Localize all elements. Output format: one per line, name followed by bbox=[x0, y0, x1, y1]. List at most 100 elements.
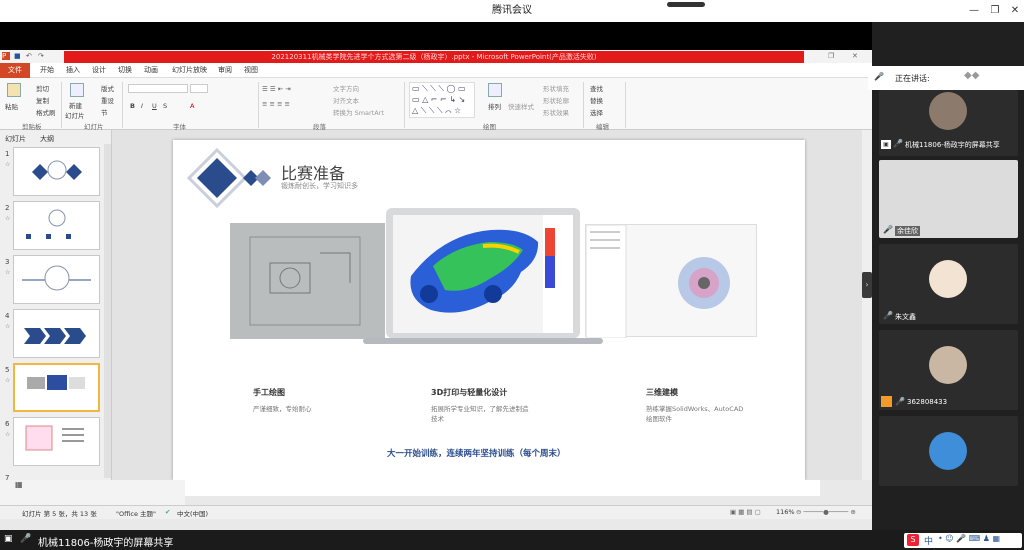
slide-number-6: 6 bbox=[5, 420, 10, 428]
participant-card-4[interactable]: 🎤 362808433 bbox=[879, 330, 1018, 410]
arrange-button[interactable]: 排列 bbox=[488, 101, 501, 111]
tab-animations[interactable]: 动画 bbox=[144, 65, 158, 75]
panel-scrollbar[interactable] bbox=[104, 144, 111, 478]
minimize-button[interactable]: — bbox=[963, 0, 985, 22]
language[interactable]: 中文(中国) bbox=[177, 508, 208, 518]
slide-thumbnail-4[interactable] bbox=[13, 309, 100, 358]
participant-card-2[interactable]: 🎤 余佳欣 bbox=[879, 160, 1018, 238]
ppt-close-icon[interactable]: ✕ bbox=[852, 52, 860, 60]
shape-outline-button[interactable]: 形状轮廓 bbox=[543, 95, 569, 105]
copy-button[interactable]: 复制 bbox=[36, 95, 49, 105]
tab-file[interactable]: 文件 bbox=[0, 63, 30, 78]
text-direction-button[interactable]: 文字方向 bbox=[333, 83, 359, 93]
notes-pane[interactable] bbox=[185, 480, 820, 496]
drag-handle[interactable] bbox=[667, 2, 705, 7]
col1-text: 严谨细致，专始耐心 bbox=[253, 405, 312, 413]
view-buttons-icon[interactable]: ▣ ▦ ▤ ▢ bbox=[730, 508, 761, 516]
paste-icon[interactable] bbox=[7, 83, 21, 97]
window-title: 腾讯会议 bbox=[492, 5, 532, 16]
font-name-select[interactable] bbox=[128, 84, 188, 93]
tab-slideshow[interactable]: 幻灯片放映 bbox=[172, 65, 207, 75]
slide-thumbnail-5[interactable] bbox=[13, 363, 100, 412]
shape-fill-button[interactable]: 形状填充 bbox=[543, 83, 569, 93]
window-titlebar: 腾讯会议 — ❐ ✕ bbox=[0, 0, 1024, 22]
paste-button[interactable]: 粘贴 bbox=[5, 101, 18, 111]
speaking-label: 正在讲话: bbox=[895, 74, 930, 83]
slide-thumbnail-2[interactable] bbox=[13, 201, 100, 250]
slide-thumbnail-6[interactable] bbox=[13, 417, 100, 466]
cad-screenshot bbox=[585, 224, 757, 339]
tab-design[interactable]: 设计 bbox=[92, 65, 106, 75]
new-slide-icon[interactable] bbox=[70, 83, 84, 97]
screen-share-icon: ▣ bbox=[4, 534, 13, 544]
shadow-icon[interactable]: S bbox=[163, 102, 167, 110]
participant-card-1[interactable]: ▣ 🎤 机械11806-杨政宇的屏幕共享 bbox=[879, 90, 1018, 156]
select-button[interactable]: 选择 bbox=[590, 107, 603, 117]
animation-star-icon: ☆ bbox=[5, 215, 11, 222]
shapes-gallery[interactable]: ▭ ⟍ ⟍ ⟍ ◯ ▭ ▭ △ ⌐ ⌐ ↳ ↘ △ ⟍ ⟍ ⟍ ⌒ ☆ bbox=[409, 82, 475, 118]
arrange-icon[interactable] bbox=[488, 83, 502, 97]
ime-mode[interactable]: 中 bbox=[924, 534, 933, 547]
avatar bbox=[929, 346, 967, 384]
italic-icon[interactable]: I bbox=[141, 102, 143, 110]
avatar bbox=[929, 92, 967, 130]
layout-view-icon[interactable]: ▦ bbox=[15, 480, 23, 489]
ime-tool-icons[interactable]: • ☺ 🎤 ⌨ ♟ ▦ bbox=[938, 534, 1000, 543]
slide-thumbnail-3[interactable] bbox=[13, 255, 100, 304]
slide-thumbnail-1[interactable] bbox=[13, 147, 100, 196]
ppt-restore-icon[interactable]: ❐ bbox=[828, 52, 836, 60]
tab-transitions[interactable]: 切换 bbox=[118, 65, 132, 75]
mic-muted-icon: 🎤 bbox=[883, 311, 893, 320]
section-button[interactable]: 节 bbox=[101, 107, 108, 117]
undo-icon[interactable]: ↶ bbox=[26, 52, 34, 60]
bullets-icon[interactable]: ☰ ☰ ⇤ ⇥ bbox=[262, 85, 291, 93]
bold-icon[interactable]: B bbox=[130, 102, 135, 110]
reset-button[interactable]: 重设 bbox=[101, 95, 114, 105]
underline-icon[interactable]: U bbox=[152, 102, 157, 110]
ime-toolbar[interactable]: S 中 • ☺ 🎤 ⌨ ♟ ▦ bbox=[904, 533, 1022, 548]
mic-muted-icon: 🎤 bbox=[20, 534, 32, 544]
save-icon[interactable]: ■ bbox=[14, 52, 22, 60]
ribbon: 粘贴 剪切 复制 格式刷 剪贴板 新建 幻灯片 版式 重设 节 幻灯片 B I … bbox=[0, 78, 872, 131]
share-label: 机械11806-杨政宇的屏幕共享 bbox=[38, 538, 174, 549]
theme-name: "Office 主题" bbox=[116, 510, 157, 518]
hand-drawing-photo bbox=[230, 223, 385, 339]
collapse-sidebar-button[interactable]: › bbox=[862, 272, 872, 298]
quick-styles-button[interactable]: 快速样式 bbox=[508, 101, 534, 111]
replace-button[interactable]: 替换 bbox=[590, 95, 603, 105]
smartart-button[interactable]: 转换为 SmartArt bbox=[333, 107, 384, 117]
align-icons[interactable]: ≡ ≡ ≡ ≡ bbox=[262, 100, 290, 108]
align-text-button[interactable]: 对齐文本 bbox=[333, 95, 359, 105]
layout-button[interactable]: 版式 bbox=[101, 83, 114, 93]
user-icon bbox=[881, 396, 892, 407]
tab-insert[interactable]: 插入 bbox=[66, 65, 80, 75]
speaking-mic-icon: 🎤 bbox=[874, 72, 884, 81]
editor-scrollbar[interactable] bbox=[862, 130, 872, 480]
font-size-select[interactable] bbox=[190, 84, 208, 93]
new-slide-label[interactable]: 幻灯片 bbox=[65, 110, 85, 120]
shape-effects-button[interactable]: 形状效果 bbox=[543, 107, 569, 117]
current-slide[interactable]: 比赛准备 锻炼耐创长，学习知识多 手工绘图 严谨细致，专始耐心 3D打印与轻量化… bbox=[173, 140, 805, 480]
spellcheck-icon[interactable]: ✔ bbox=[165, 508, 170, 516]
col2-title: 3D打印与轻量化设计 bbox=[431, 388, 508, 397]
participant-card-3[interactable]: 🎤 朱文鑫 bbox=[879, 244, 1018, 324]
tab-home[interactable]: 开始 bbox=[40, 65, 54, 75]
font-color-icon[interactable]: A bbox=[190, 102, 194, 110]
ribbon-tabs: 开始 插入 设计 切换 动画 幻灯片放映 审阅 视图 bbox=[0, 63, 872, 78]
format-painter-button[interactable]: 格式刷 bbox=[36, 107, 56, 117]
cad-model bbox=[585, 224, 730, 339]
tab-outline-panel[interactable]: 大纲 bbox=[40, 134, 54, 144]
tab-view[interactable]: 视图 bbox=[244, 65, 258, 75]
cut-button[interactable]: 剪切 bbox=[36, 83, 49, 93]
tab-slides-panel[interactable]: 幻灯片 bbox=[5, 134, 26, 144]
powerpoint-icon: P bbox=[2, 52, 10, 60]
participant-card-5[interactable] bbox=[879, 416, 1018, 486]
ppt-statusbar: 幻灯片 第 5 张，共 13 张 "Office 主题" ✔ 中文(中国) ▣ … bbox=[0, 505, 872, 519]
new-slide-button[interactable]: 新建 bbox=[69, 100, 82, 110]
maximize-button[interactable]: ❐ bbox=[984, 0, 1006, 22]
close-button[interactable]: ✕ bbox=[1004, 0, 1024, 22]
zoom-slider[interactable]: ⊖ ─────●───── ⊕ bbox=[796, 508, 856, 516]
redo-icon[interactable]: ↷ bbox=[38, 52, 46, 60]
find-button[interactable]: 查找 bbox=[590, 83, 603, 93]
tab-review[interactable]: 审阅 bbox=[218, 65, 232, 75]
